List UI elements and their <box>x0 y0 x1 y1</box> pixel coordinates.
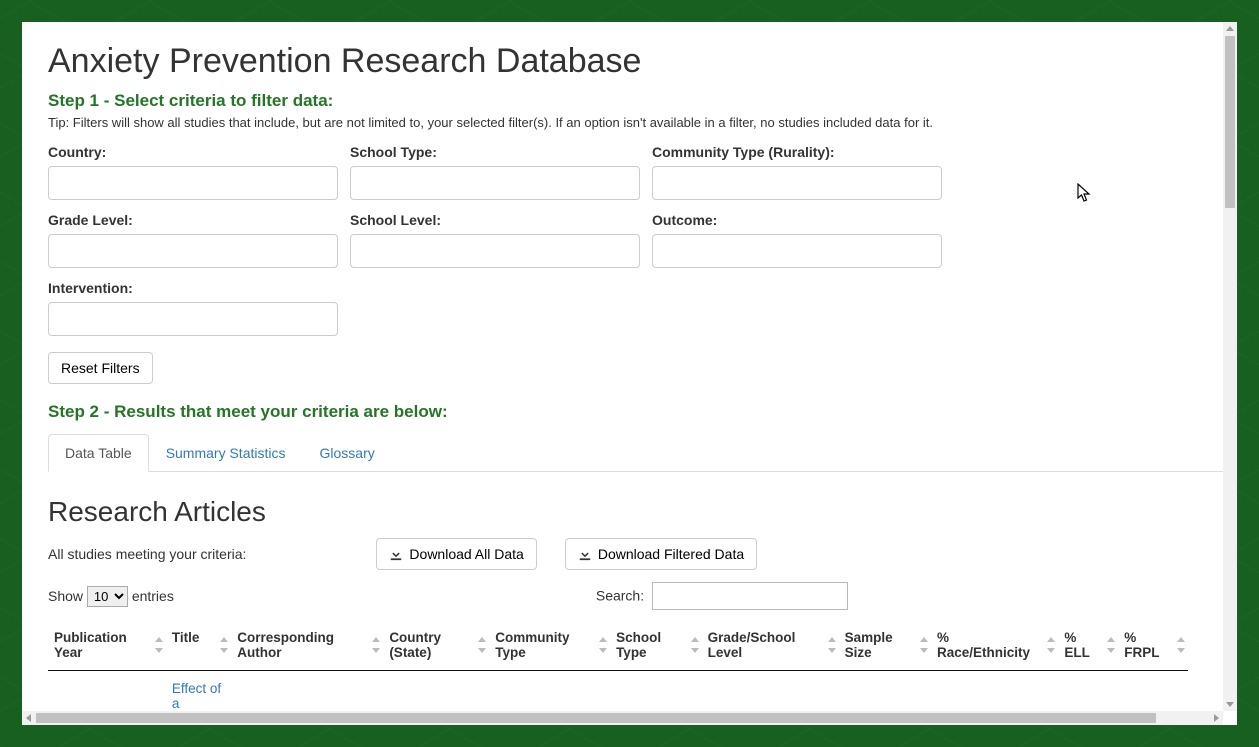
download-filtered-button[interactable]: Download Filtered Data <box>565 538 757 570</box>
col-corresponding-author[interactable]: Corresponding Author <box>231 620 383 671</box>
sort-icon <box>827 636 837 654</box>
entries-label: entries <box>132 588 174 604</box>
entries-select[interactable]: 10 <box>87 586 128 607</box>
download-all-button[interactable]: Download All Data <box>376 538 536 570</box>
horizontal-scrollbar[interactable] <box>22 711 1223 725</box>
sort-icon <box>690 636 700 654</box>
col-ell[interactable]: % ELL <box>1058 620 1118 671</box>
criteria-text: All studies meeting your criteria: <box>48 546 246 562</box>
download-icon <box>389 547 403 561</box>
step1-tip: Tip: Filters will show all studies that … <box>48 115 1223 130</box>
filter-country-label: Country: <box>48 144 338 160</box>
col-country-state[interactable]: Country (State) <box>383 620 489 671</box>
vertical-scrollbar[interactable] <box>1223 22 1237 711</box>
search-input[interactable] <box>652 582 848 610</box>
sort-icon <box>1176 636 1186 654</box>
filter-country-input[interactable] <box>48 166 338 200</box>
filter-school-level: School Level: <box>350 212 640 268</box>
sort-icon <box>477 636 487 654</box>
step1-heading: Step 1 - Select criteria to filter data: <box>48 91 1223 111</box>
download-icon <box>578 547 592 561</box>
page-title: Anxiety Prevention Research Database <box>48 42 1223 81</box>
results-table: Publication Year Title Corresponding Aut… <box>48 620 1188 711</box>
table-controls: Show 10 entries Search: <box>48 582 848 610</box>
filter-school-type-label: School Type: <box>350 144 640 160</box>
filter-community-type-input[interactable] <box>652 166 942 200</box>
tab-data-table[interactable]: Data Table <box>48 434 149 472</box>
content-scroll-area: Anxiety Prevention Research Database Ste… <box>22 22 1223 711</box>
entries-control: Show 10 entries <box>48 586 174 607</box>
article-title-link[interactable]: Effect of a <box>172 681 221 711</box>
sort-icon <box>598 636 608 654</box>
col-title[interactable]: Title <box>166 620 231 671</box>
col-community-type[interactable]: Community Type <box>489 620 610 671</box>
filter-school-type: School Type: <box>350 144 640 200</box>
sort-icon <box>371 636 381 654</box>
sort-icon <box>919 636 929 654</box>
filter-grade-level: Grade Level: <box>48 212 338 268</box>
filter-community-type-label: Community Type (Rurality): <box>652 144 942 160</box>
filter-outcome: Outcome: <box>652 212 942 268</box>
search-label: Search: <box>596 588 644 604</box>
step2-heading: Step 2 - Results that meet your criteria… <box>48 402 1223 422</box>
col-school-type[interactable]: School Type <box>610 620 702 671</box>
col-publication-year[interactable]: Publication Year <box>48 620 166 671</box>
filter-community-type: Community Type (Rurality): <box>652 144 942 200</box>
tab-glossary[interactable]: Glossary <box>303 434 392 472</box>
filter-outcome-label: Outcome: <box>652 212 942 228</box>
app-frame: Anxiety Prevention Research Database Ste… <box>22 22 1237 725</box>
search-control: Search: <box>596 582 848 610</box>
filter-country: Country: <box>48 144 338 200</box>
col-sample-size[interactable]: Sample Size <box>839 620 931 671</box>
filter-grade-level-label: Grade Level: <box>48 212 338 228</box>
tab-summary-statistics[interactable]: Summary Statistics <box>149 434 303 472</box>
filter-intervention-label: Intervention: <box>48 280 338 296</box>
criteria-row: All studies meeting your criteria: Downl… <box>48 538 1223 570</box>
col-frpl[interactable]: % FRPL <box>1118 620 1188 671</box>
sort-icon <box>1046 636 1056 654</box>
results-tabs: Data Table Summary Statistics Glossary <box>48 434 1223 472</box>
vertical-scrollbar-thumb[interactable] <box>1225 36 1235 208</box>
col-race-ethnicity[interactable]: % Race/Ethnicity <box>931 620 1058 671</box>
download-buttons: Download All Data Download Filtered Data <box>376 538 757 570</box>
download-all-label: Download All Data <box>409 546 523 562</box>
show-label: Show <box>48 588 83 604</box>
filter-school-level-label: School Level: <box>350 212 640 228</box>
table-row: Effect of a <box>48 671 1188 712</box>
filter-outcome-input[interactable] <box>652 234 942 268</box>
filter-school-level-input[interactable] <box>350 234 640 268</box>
sort-icon <box>154 636 164 654</box>
filter-grid: Country: School Type: Community Type (Ru… <box>48 144 968 336</box>
table-header-row: Publication Year Title Corresponding Aut… <box>48 620 1188 671</box>
sort-icon <box>219 636 229 654</box>
sort-icon <box>1106 636 1116 654</box>
horizontal-scrollbar-thumb[interactable] <box>36 713 1156 723</box>
filter-grade-level-input[interactable] <box>48 234 338 268</box>
col-grade-school-level[interactable]: Grade/School Level <box>702 620 839 671</box>
filter-intervention: Intervention: <box>48 280 338 336</box>
download-filtered-label: Download Filtered Data <box>598 546 744 562</box>
results-section-title: Research Articles <box>48 496 1223 528</box>
filter-school-type-input[interactable] <box>350 166 640 200</box>
reset-filters-button[interactable]: Reset Filters <box>48 352 153 384</box>
filter-intervention-input[interactable] <box>48 302 338 336</box>
